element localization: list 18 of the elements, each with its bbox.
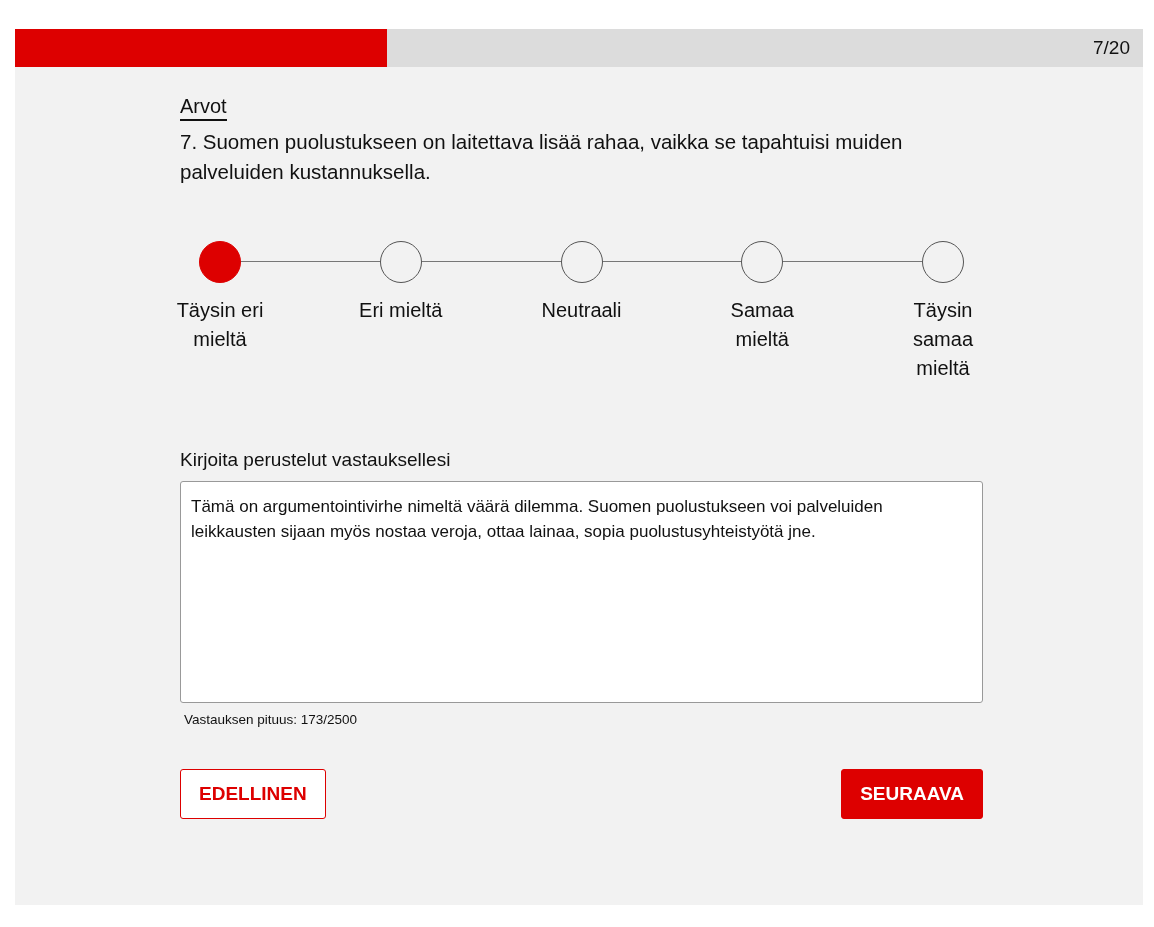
category-heading: Arvot [180,95,227,121]
option-label: Samaa mieltä [729,298,795,352]
progress-counter: 7/20 [1093,37,1131,59]
radio-button[interactable] [741,241,784,283]
radio-button[interactable] [560,241,603,283]
radio-button[interactable] [922,241,964,283]
radio-button[interactable] [199,241,241,283]
option-label: Täysin samaa mieltä [912,298,974,381]
answer-label: Kirjoita perustelut vastauksellesi [180,449,452,471]
previous-button[interactable]: EDELLINEN [180,769,326,819]
next-button[interactable]: SEURAAVA [841,769,983,819]
answer-field[interactable]: Tämä on argumentointivirhe nimeltä väärä dilemma. Suomen puolustukseen voi palveluiden leikkausten sijaan myös nostaa veroja, ottaa lainaa, sopia puolustusyhteistyötä jne. [180,481,983,703]
radio-button[interactable] [379,241,422,283]
option-label: Täysin eri mieltä [175,298,265,352]
option-label: Eri mieltä [359,298,443,323]
question-text: 7. Suomen puolustukseen on laitettava lisää rahaa, vaikka se tapahtuisi muiden palveluiden kustannuksella. [180,129,904,185]
answer-length: Vastauksen pituus: 173/2500 [184,712,359,727]
option-label: Neutraali [541,298,622,323]
